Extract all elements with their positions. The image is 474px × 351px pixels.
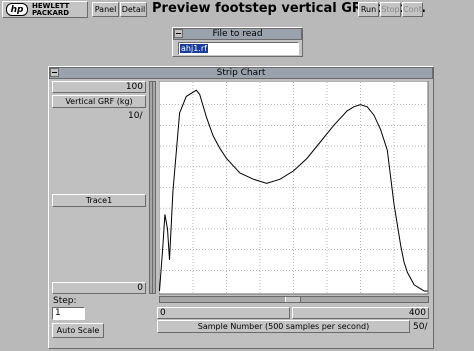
- x-axis-label-button[interactable]: Sample Number (500 samples per second): [157, 320, 410, 333]
- x-min-field[interactable]: 0: [157, 307, 290, 319]
- auto-scale-button[interactable]: Auto Scale: [52, 323, 104, 338]
- file-input-value: ahj1.rf: [180, 44, 208, 53]
- step-label: Step:: [53, 296, 77, 306]
- hp-logo-mark: hp: [6, 3, 28, 16]
- plot-area: [159, 81, 429, 295]
- y-min-value: 0: [137, 283, 143, 293]
- strip-chart-menu-icon[interactable]: [50, 68, 59, 77]
- strip-chart-titlebar[interactable]: Strip Chart: [49, 67, 433, 79]
- file-panel: File to read ahj1.rf: [172, 27, 303, 57]
- y-max-value: 100: [125, 82, 143, 92]
- file-panel-menu-icon[interactable]: [174, 29, 183, 38]
- x-min-value: 0: [160, 308, 166, 318]
- x-max-field[interactable]: 400: [292, 307, 429, 319]
- trace1-button[interactable]: Trace1: [52, 194, 146, 207]
- auto-scale-label: Auto Scale: [56, 326, 100, 335]
- run-button[interactable]: Run: [358, 2, 379, 17]
- strip-chart-title: Strip Chart: [216, 68, 266, 78]
- stop-button: Stop: [380, 2, 401, 17]
- detail-button[interactable]: Detail: [120, 2, 147, 17]
- file-panel-titlebar[interactable]: File to read: [173, 28, 302, 40]
- step-input-value: 1: [55, 308, 61, 318]
- x-axis-label: Sample Number (500 samples per second): [197, 322, 370, 331]
- hp-logo: hp HEWLETT PACKARD: [2, 1, 88, 18]
- horizontal-scrollbar[interactable]: [159, 296, 429, 303]
- cont-button: Cont: [402, 2, 423, 17]
- hp-logo-line2: PACKARD: [32, 9, 70, 17]
- vertical-scrollbar[interactable]: [149, 81, 156, 294]
- y-axis-label: Vertical GRF (kg): [65, 97, 133, 106]
- y-per-div: 10/: [128, 111, 143, 121]
- file-panel-title: File to read: [212, 29, 263, 39]
- y-max-field[interactable]: 100: [52, 81, 146, 93]
- panel-button[interactable]: Panel: [92, 2, 119, 17]
- y-min-field[interactable]: 0: [52, 282, 146, 294]
- vertical-scrollbar-track-line: [152, 82, 153, 293]
- file-input[interactable]: ahj1.rf: [178, 42, 299, 55]
- trace1-label: Trace1: [85, 196, 113, 205]
- step-input[interactable]: 1: [52, 307, 85, 320]
- horizontal-scrollbar-thumb[interactable]: [285, 297, 301, 302]
- x-max-value: 400: [408, 308, 426, 318]
- y-axis-label-button[interactable]: Vertical GRF (kg): [52, 95, 146, 108]
- x-per-div: 50/: [413, 322, 428, 332]
